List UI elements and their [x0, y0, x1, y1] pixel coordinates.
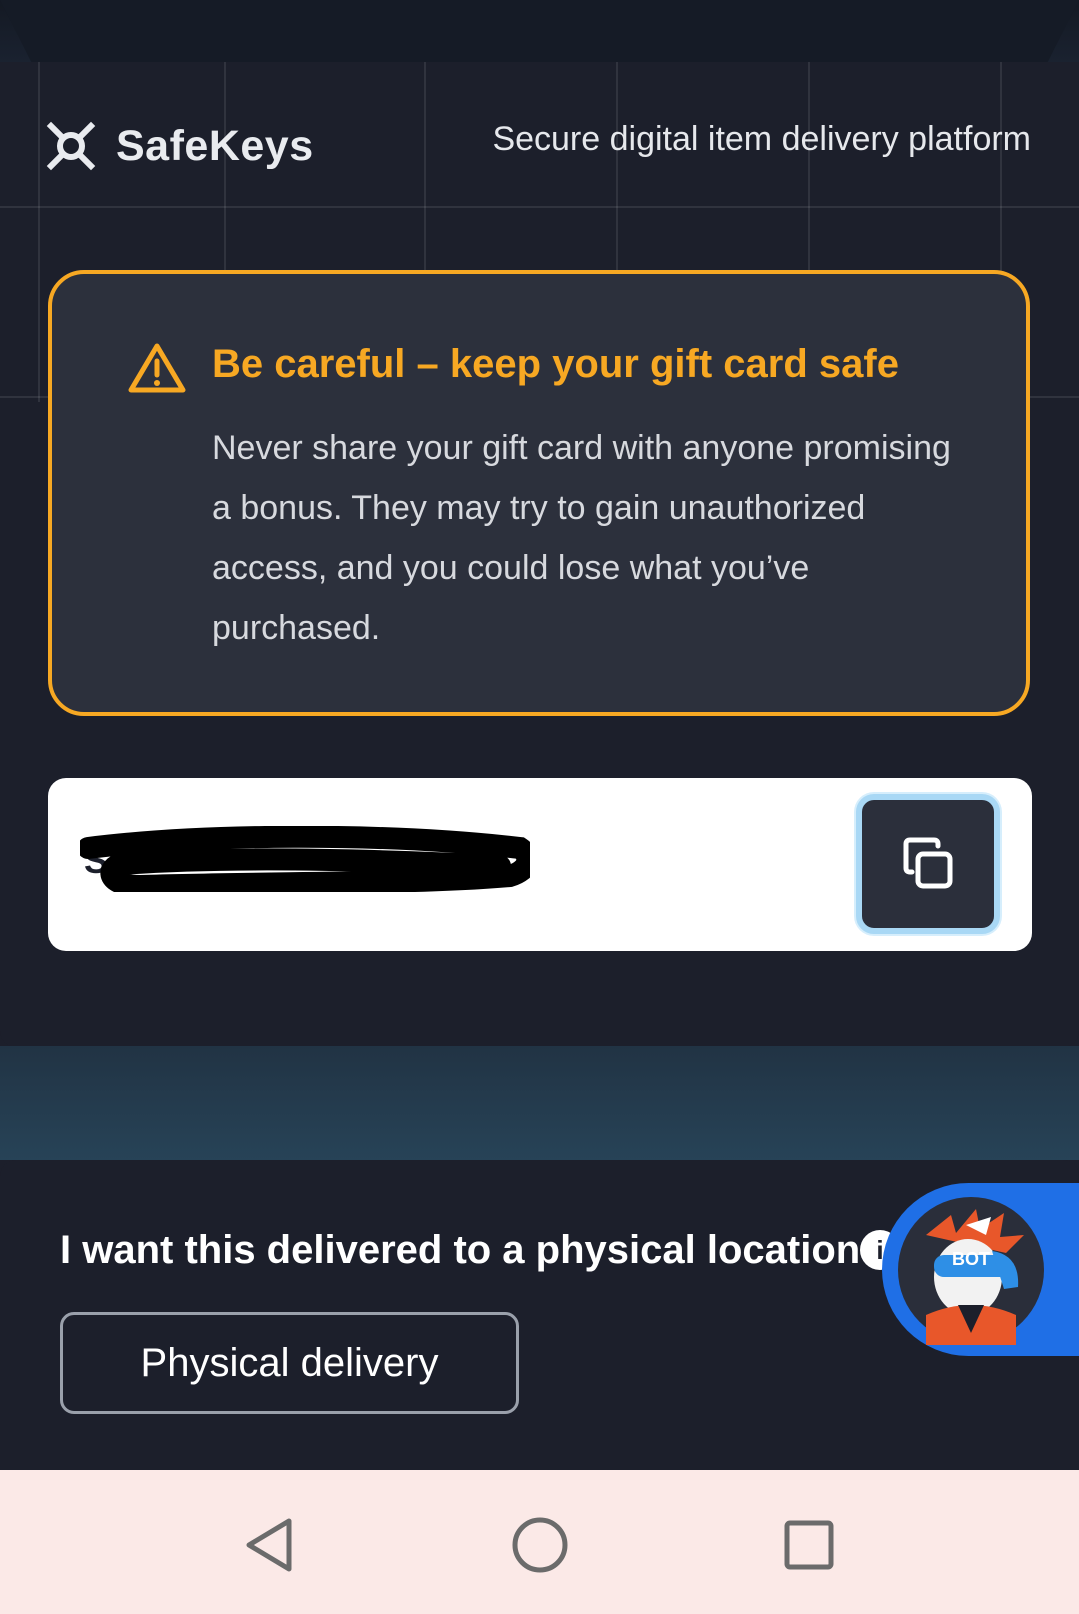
- gift-card-code-box: S: [48, 778, 1032, 951]
- warning-body: Never share your gift card with anyone p…: [212, 429, 951, 647]
- safekeys-logo-icon: [46, 121, 96, 171]
- recents-button[interactable]: [774, 1510, 844, 1580]
- home-circle-icon: [512, 1517, 568, 1573]
- bot-label: BOT: [952, 1249, 990, 1269]
- system-nav-bar: [0, 1470, 1079, 1614]
- redaction-scribble: [80, 826, 530, 892]
- bot-chat-bubble[interactable]: BOT: [882, 1183, 1079, 1356]
- physical-delivery-button[interactable]: Physical delivery: [60, 1312, 519, 1414]
- recents-square-icon: [784, 1520, 834, 1570]
- back-button[interactable]: [234, 1510, 304, 1580]
- warning-box: Be careful – keep your gift card safe Ne…: [48, 270, 1030, 716]
- top-band-shape: [0, 0, 1079, 64]
- brand-name: SafeKeys: [116, 121, 314, 170]
- top-band: [0, 0, 1079, 64]
- bot-avatar-icon: BOT: [898, 1197, 1044, 1345]
- section-divider: [0, 1046, 1079, 1160]
- brand-tagline: Secure digital item delivery platform: [492, 120, 1031, 158]
- warning-triangle-icon: [128, 343, 186, 393]
- back-triangle-icon: [246, 1518, 292, 1572]
- grid-line: [0, 206, 1079, 208]
- grid-line: [38, 62, 40, 402]
- brand[interactable]: SafeKeys: [46, 116, 314, 176]
- copy-button[interactable]: [856, 794, 1000, 934]
- copy-icon: [903, 837, 953, 889]
- home-button[interactable]: [505, 1510, 575, 1580]
- delivery-title: I want this delivered to a physical loca…: [60, 1228, 861, 1272]
- warning-title: Be careful – keep your gift card safe: [212, 342, 899, 386]
